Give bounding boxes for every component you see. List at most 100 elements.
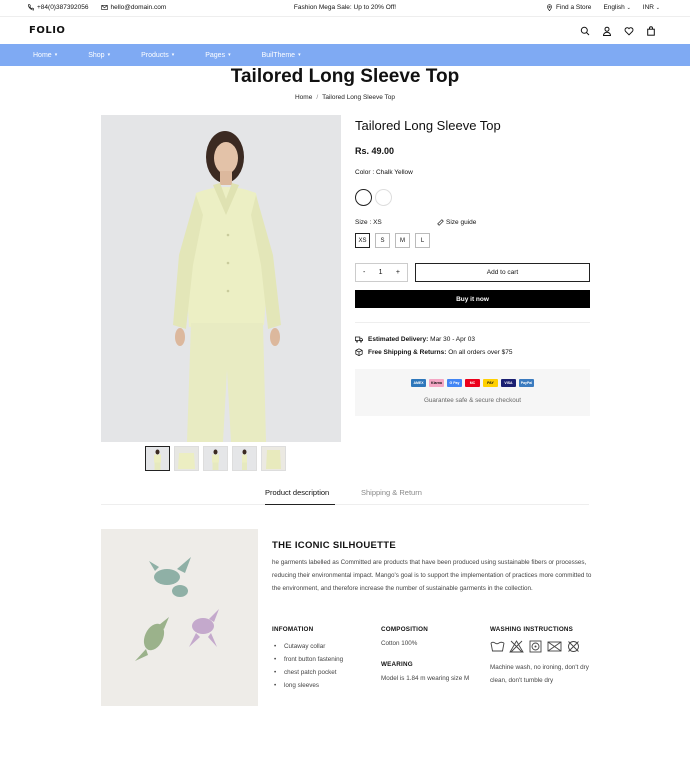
color-label: Color : Chalk Yellow — [355, 169, 413, 176]
size-guide-label: Size guide — [446, 219, 477, 226]
buy-now-button[interactable]: Buy it now — [355, 290, 590, 308]
information-heading: INFOMATION — [272, 626, 314, 633]
information-item: chest patch pocket — [272, 666, 343, 679]
description-title: THE ICONIC SILHOUETTE — [272, 540, 396, 551]
no-bleach-icon — [509, 640, 524, 653]
nav-label: BuilTheme — [261, 51, 296, 59]
top-bar: +84(0)387392056 hello@domain.com Fashion… — [0, 0, 690, 16]
thumbnail-strip — [145, 446, 286, 471]
box-icon — [355, 348, 363, 356]
delivery-value: Mar 30 - Apr 03 — [430, 335, 475, 343]
location-pin-icon — [547, 4, 552, 11]
color-swatches — [355, 189, 392, 206]
information-column: INFOMATION Cutaway collar front button f… — [272, 626, 343, 692]
description-image — [101, 529, 258, 706]
product-title: Tailored Long Sleeve Top — [355, 118, 501, 133]
free-shipping: Free Shipping & Returns: On all orders o… — [355, 348, 513, 356]
product-thumbnail[interactable] — [203, 446, 228, 471]
currency-value: INR — [642, 4, 654, 11]
breadcrumb-separator: / — [316, 94, 319, 101]
size-option-m[interactable]: M — [395, 233, 410, 248]
product-description: THE ICONIC SILHOUETTE he garments labell… — [272, 540, 592, 692]
no-tumble-dry-icon — [568, 641, 579, 652]
nav-label: Pages — [205, 51, 226, 59]
nav-item-builtheme[interactable]: BuilTheme ▾ — [262, 52, 301, 59]
washing-column: WASHING INSTRUCTIONS Machine wash, no ir… — [490, 626, 595, 687]
amex-icon: AMEX — [411, 379, 426, 387]
product-photo — [101, 115, 341, 442]
no-iron-icon — [529, 640, 542, 653]
color-swatch[interactable] — [375, 189, 392, 206]
klarna-icon: Klarna — [429, 379, 444, 387]
information-item: Cutaway collar — [272, 640, 343, 653]
nav-item-pages[interactable]: Pages ▾ — [205, 52, 230, 59]
language-selector[interactable]: English ⌄ — [603, 4, 630, 11]
nav-item-home[interactable]: Home ▾ — [33, 52, 57, 59]
information-item: front button fastening — [272, 653, 343, 666]
product-price: Rs. 49.00 — [355, 146, 395, 156]
toy-dinosaurs-photo — [101, 529, 258, 706]
color-swatch-chalk-yellow[interactable] — [355, 189, 372, 206]
delivery-label: Estimated Delivery: — [368, 335, 429, 343]
size-value: XS — [373, 219, 382, 226]
product-thumbnail[interactable] — [261, 446, 286, 471]
size-row: Size : XS Size guide — [355, 219, 590, 226]
pay-icon: PAY — [483, 379, 498, 387]
product-thumbnail[interactable] — [174, 446, 199, 471]
quantity-input[interactable]: 1 — [379, 269, 383, 276]
product-main-image[interactable] — [101, 115, 341, 442]
search-icon[interactable] — [580, 26, 590, 36]
wearing-value: Model is 1.84 m wearing size M — [381, 675, 470, 682]
size-option-l[interactable]: L — [415, 233, 430, 248]
breadcrumb-current: Tailored Long Sleeve Top — [322, 94, 396, 101]
breadcrumb: Home / Tailored Long Sleeve Top — [0, 94, 690, 101]
nav-label: Shop — [88, 51, 105, 59]
size-option-xs[interactable]: XS — [355, 233, 370, 248]
main-navigation: Home ▾ Shop ▾ Products ▾ Pages ▾ BuilTheme ▾ — [0, 44, 690, 66]
mastercard-icon: MC — [465, 379, 480, 387]
ruler-icon — [437, 219, 444, 226]
estimated-delivery: Estimated Delivery: Mar 30 - Apr 03 — [355, 335, 475, 343]
nav-item-shop[interactable]: Shop ▾ — [88, 52, 110, 59]
payment-methods-box: AMEX Klarna G Pay MC PAY VISA PayPal Gua… — [355, 369, 590, 416]
truck-icon — [355, 336, 363, 343]
visa-icon: VISA — [501, 379, 516, 387]
breadcrumb-home[interactable]: Home — [295, 94, 312, 101]
wearing-heading: WEARING — [381, 661, 413, 668]
nav-item-products[interactable]: Products ▾ — [141, 52, 174, 59]
currency-selector[interactable]: INR ⌄ — [643, 4, 660, 11]
quantity-stepper: - 1 + — [355, 263, 408, 282]
chevron-down-icon: ▾ — [171, 52, 175, 58]
user-icon[interactable] — [602, 26, 612, 36]
size-guide-link[interactable]: Size guide — [437, 219, 476, 226]
heart-icon[interactable] — [624, 26, 634, 36]
size-label-text: Size : — [355, 219, 372, 226]
paypal-icon: PayPal — [519, 379, 534, 387]
logo[interactable]: FOLIO — [29, 25, 65, 36]
size-options: XS S M L — [355, 233, 430, 248]
tab-shipping-return[interactable]: Shipping & Return — [361, 488, 422, 497]
size-label: Size : XS — [355, 219, 382, 226]
size-option-s[interactable]: S — [375, 233, 390, 248]
composition-heading: COMPOSITION — [381, 626, 428, 633]
chevron-down-icon: ▾ — [107, 52, 111, 58]
chevron-down-icon: ▾ — [298, 52, 301, 58]
machine-wash-icon — [490, 641, 505, 652]
guarantee-text: Guarantee safe & secure checkout — [424, 397, 521, 404]
description-body: he garments labelled as Committed are pr… — [272, 559, 592, 592]
find-store-link[interactable]: Find a Store — [546, 4, 591, 11]
shipping-label: Free Shipping & Returns: — [368, 348, 447, 356]
color-label-text: Color : — [355, 169, 375, 176]
add-to-cart-button[interactable]: Add to cart — [415, 263, 590, 282]
quantity-increase-button[interactable]: + — [396, 269, 400, 276]
find-store-label: Find a Store — [556, 4, 592, 11]
washing-heading: WASHING INSTRUCTIONS — [490, 626, 574, 633]
composition-column: COMPOSITION Cotton 100% WEARING Model is… — [381, 626, 469, 682]
quantity-decrease-button[interactable]: - — [363, 269, 365, 276]
product-thumbnail[interactable] — [232, 446, 257, 471]
site-header: FOLIO — [0, 16, 690, 44]
bag-icon[interactable] — [646, 26, 656, 36]
product-thumbnail[interactable] — [145, 446, 170, 471]
tab-product-description[interactable]: Product description — [265, 488, 329, 497]
chevron-down-icon: ⌄ — [626, 5, 631, 11]
